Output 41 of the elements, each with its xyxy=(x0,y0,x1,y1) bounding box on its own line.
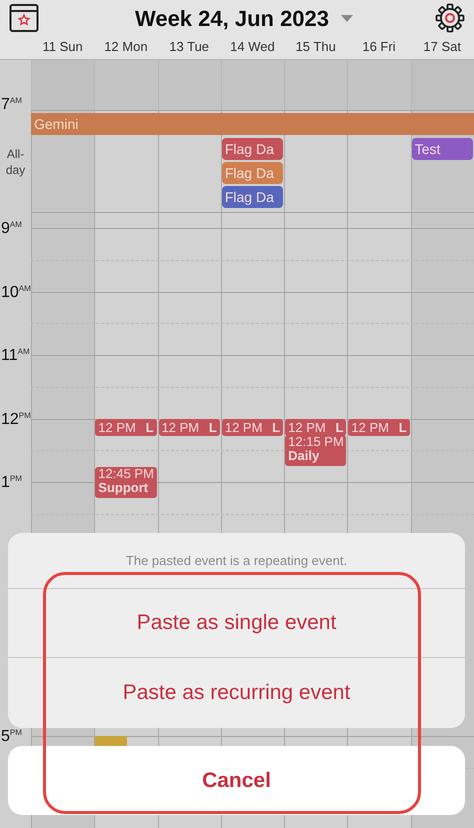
event-title: L xyxy=(335,418,344,436)
day-label[interactable]: 16 Fri xyxy=(362,37,396,57)
event-time: 12 PM xyxy=(162,418,200,436)
event-time: 12 PM xyxy=(98,418,136,436)
event[interactable]: 12:15 PM Daily xyxy=(285,435,346,466)
all-day-event[interactable]: Flag Da xyxy=(222,162,284,184)
event[interactable]: 12:45 PM Support xyxy=(95,467,157,498)
event-time: 12 PM xyxy=(224,418,262,436)
sheet-message: The pasted event is a repeating event. xyxy=(8,533,465,589)
action-button[interactable]: Paste as recurring event xyxy=(8,658,465,727)
event-time: 12 PM xyxy=(351,418,389,436)
settings-icon[interactable] xyxy=(435,3,465,33)
cancel-button[interactable]: Cancel xyxy=(8,746,465,815)
event[interactable]: 12 PM L xyxy=(158,418,220,436)
event[interactable]: 12 PM L xyxy=(95,418,157,436)
event-title: L xyxy=(208,418,217,436)
all-day-label: All-day xyxy=(4,146,26,178)
day-label[interactable]: 13 Tue xyxy=(169,37,210,57)
event[interactable]: 12 PM L xyxy=(348,418,410,436)
event-title: L xyxy=(272,418,280,436)
caret-icon[interactable] xyxy=(341,14,354,22)
event[interactable]: 12 PM L xyxy=(222,418,284,436)
day-label[interactable]: 15 Thu xyxy=(296,37,336,57)
all-day-event[interactable]: Test xyxy=(412,138,473,160)
all-day-event[interactable]: Flag Da xyxy=(222,138,284,160)
event-time: 12:45 PM xyxy=(98,467,154,482)
week-title[interactable]: Week 24, Jun 2023 xyxy=(134,2,330,34)
day-label[interactable]: 11 Sun xyxy=(42,37,83,57)
all-day-event[interactable]: Flag Da xyxy=(222,186,284,208)
action-button[interactable]: Paste as single event xyxy=(8,589,465,658)
event-title: Daily xyxy=(288,449,320,464)
day-label[interactable]: 17 Sat xyxy=(423,37,462,57)
day-label[interactable]: 12 Mon xyxy=(104,37,148,57)
event-title: Support xyxy=(98,481,150,496)
event-title: L xyxy=(398,418,407,436)
event-time: 12 PM xyxy=(288,418,326,436)
day-label[interactable]: 14 Wed xyxy=(230,37,275,57)
event-time: 12:15 PM xyxy=(288,435,344,450)
event-title: L xyxy=(146,418,154,436)
all-day-event[interactable]: Gemini xyxy=(31,113,474,135)
event[interactable]: 12 PM L xyxy=(285,418,346,436)
